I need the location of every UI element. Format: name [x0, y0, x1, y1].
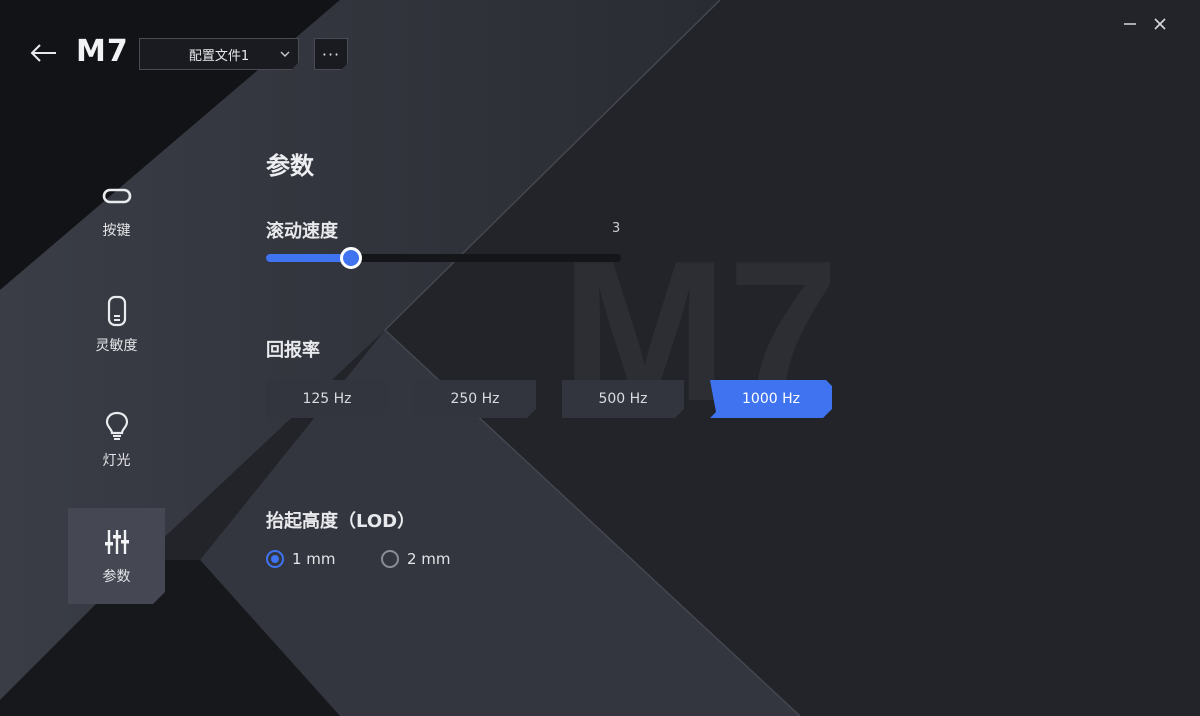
lod-label: 抬起高度（LOD）: [266, 511, 416, 532]
rate-500-button[interactable]: 500 Hz: [562, 380, 684, 418]
button-icon: [102, 188, 131, 204]
lightbulb-icon: [105, 411, 128, 440]
close-button[interactable]: [1148, 12, 1172, 36]
arrow-left-icon: [30, 44, 56, 62]
radio-label: 2 mm: [407, 550, 451, 568]
minimize-icon: [1124, 23, 1136, 25]
radio-label: 1 mm: [292, 550, 336, 568]
polling-rate-label: 回报率: [266, 340, 320, 361]
more-options-button[interactable]: ···: [314, 38, 348, 70]
close-icon: [1154, 18, 1166, 30]
page-title: 参数: [266, 152, 314, 180]
radio-indicator: [381, 550, 399, 568]
chevron-down-icon: [280, 49, 290, 59]
radio-indicator: [266, 550, 284, 568]
mouse-icon: [107, 295, 126, 327]
minimize-button[interactable]: [1118, 12, 1142, 36]
profile-dropdown[interactable]: 配置文件1: [139, 38, 299, 70]
lod-1mm-radio[interactable]: 1 mm: [266, 550, 336, 568]
slider-fill: [266, 254, 352, 262]
lod-2mm-radio[interactable]: 2 mm: [381, 550, 451, 568]
sidebar-item-label: 灯光: [102, 453, 131, 469]
sliders-icon: [101, 526, 133, 558]
background-artwork: M7: [0, 0, 1200, 716]
profile-selected: 配置文件1: [188, 48, 250, 64]
scroll-speed-value: 3: [612, 221, 621, 236]
sidebar-item-sensitivity[interactable]: 灵敏度: [68, 277, 165, 373]
rate-label: 125 Hz: [302, 391, 352, 407]
rate-250-button[interactable]: 250 Hz: [414, 380, 536, 418]
rate-125-button[interactable]: 125 Hz: [266, 380, 388, 418]
rate-label: 500 Hz: [598, 391, 648, 407]
app-title: M7: [76, 34, 129, 69]
rate-label: 1000 Hz: [742, 391, 800, 407]
back-button[interactable]: [28, 38, 60, 68]
sidebar-item-buttons[interactable]: 按键: [68, 162, 165, 258]
sidebar-item-label: 灵敏度: [95, 338, 138, 354]
scroll-speed-label: 滚动速度: [266, 221, 338, 242]
scroll-speed-slider[interactable]: [266, 247, 621, 269]
sidebar-item-parameters[interactable]: 参数: [68, 508, 165, 604]
sidebar-item-label: 参数: [102, 569, 131, 585]
rate-label: 250 Hz: [450, 391, 500, 407]
sidebar-item-label: 按键: [102, 223, 131, 239]
rate-1000-button[interactable]: 1000 Hz: [710, 380, 832, 418]
sidebar-item-lighting[interactable]: 灯光: [68, 392, 165, 488]
more-icon: ···: [321, 44, 341, 64]
